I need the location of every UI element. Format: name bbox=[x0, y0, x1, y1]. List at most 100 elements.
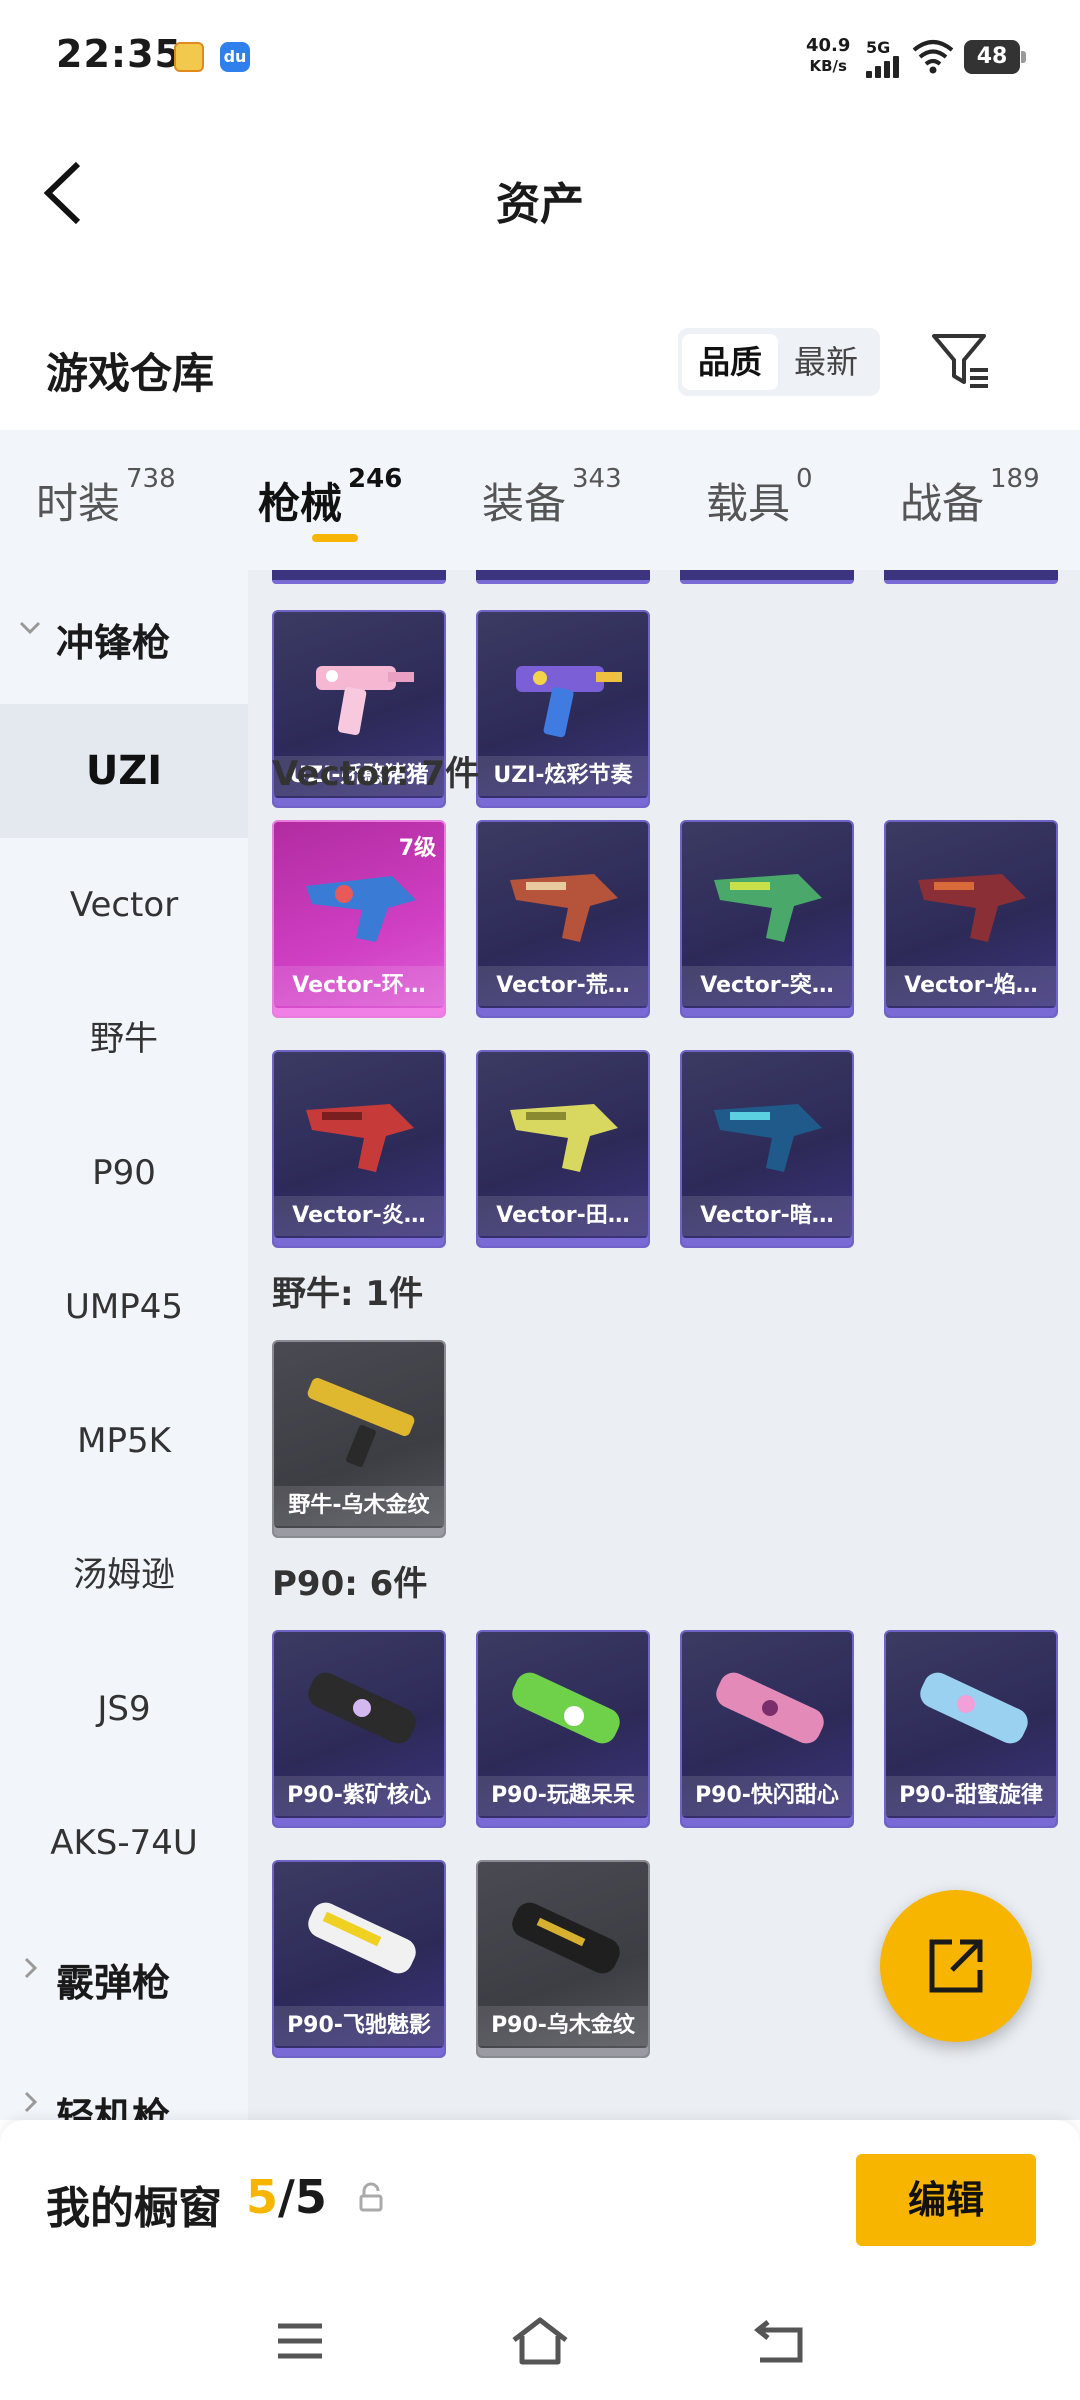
sidebar-item-mp5k[interactable]: MP5K bbox=[0, 1374, 248, 1508]
showcase-bar: 我的橱窗 5/5 编辑 bbox=[0, 2120, 1080, 2280]
skin-card[interactable]: P90-玩趣呆呆 bbox=[476, 1630, 650, 1828]
chevron-down-icon bbox=[19, 621, 41, 635]
skin-card[interactable]: P90-紫矿核心 bbox=[272, 1630, 446, 1828]
card-partial[interactable] bbox=[272, 570, 446, 584]
skin-card[interactable]: 7级 Vector-环… bbox=[272, 820, 446, 1018]
bison-skin-image bbox=[307, 1378, 415, 1468]
showcase-title: 我的橱窗 bbox=[46, 2183, 222, 2234]
sidebar-item-vector[interactable]: Vector bbox=[0, 838, 248, 972]
sort-newest-button[interactable]: 最新 bbox=[778, 334, 874, 390]
p90-skin-image bbox=[716, 1672, 824, 1744]
skin-name: P90-玩趣呆呆 bbox=[478, 1776, 648, 1816]
sidebar-group-smg[interactable]: 冲锋枪 bbox=[0, 570, 248, 704]
card-partial[interactable] bbox=[476, 570, 650, 584]
skin-name: Vector-炎… bbox=[274, 1196, 444, 1236]
status-bar: 22:35 du 40.9 KB/s 5G 48 bbox=[0, 0, 1080, 110]
sidebar-item-p90[interactable]: P90 bbox=[0, 1106, 248, 1240]
vector-skin-image bbox=[306, 1104, 414, 1172]
skin-card[interactable]: Vector-炎… bbox=[272, 1050, 446, 1248]
tab-battle-supplies[interactable]: 战备 189 bbox=[900, 464, 1040, 531]
sort-quality-button[interactable]: 品质 bbox=[682, 334, 778, 390]
skin-card[interactable]: P90-乌木金纹 bbox=[476, 1860, 650, 2058]
vector-skin-image bbox=[306, 876, 416, 942]
skin-name: P90-乌木金纹 bbox=[478, 2006, 648, 2046]
chevron-right-icon bbox=[24, 2091, 38, 2113]
lock-icon[interactable] bbox=[358, 2182, 384, 2212]
skin-card[interactable]: Vector-焰… bbox=[884, 820, 1058, 1018]
skin-name: Vector-环… bbox=[274, 966, 444, 1006]
sidebar-item-js9[interactable]: JS9 bbox=[0, 1642, 248, 1776]
skin-card[interactable]: P90-快闪甜心 bbox=[680, 1630, 854, 1828]
uzi-skin-image bbox=[316, 666, 414, 736]
skin-name: P90-紫矿核心 bbox=[274, 1776, 444, 1816]
card-partial[interactable] bbox=[680, 570, 854, 584]
skin-card[interactable]: P90-飞驰魅影 bbox=[272, 1860, 446, 2058]
category-tabs: 时装 738 枪械 246 装备 343 载具 0 战备 189 bbox=[0, 430, 1080, 570]
vector-skin-image bbox=[918, 874, 1026, 942]
tab-fashion[interactable]: 时装 738 bbox=[36, 464, 176, 531]
sidebar-item-uzi[interactable]: UZI bbox=[0, 704, 248, 838]
vector-skin-image bbox=[714, 1104, 822, 1172]
skin-card[interactable]: P90-甜蜜旋律 bbox=[884, 1630, 1058, 1828]
warehouse-title: 游戏仓库 bbox=[46, 349, 215, 398]
battery-icon: 48 bbox=[964, 40, 1026, 74]
wifi-icon bbox=[912, 40, 954, 74]
skin-name: Vector-暗… bbox=[682, 1196, 852, 1236]
sidebar-item-aks74u[interactable]: AKS-74U bbox=[0, 1776, 248, 1910]
share-icon bbox=[929, 1939, 983, 1993]
p90-skin-image bbox=[920, 1672, 1028, 1744]
skin-name: P90-快闪甜心 bbox=[682, 1776, 852, 1816]
sidebar-item-ump45[interactable]: UMP45 bbox=[0, 1240, 248, 1374]
section-header-p90: P90: 6件 bbox=[272, 1564, 428, 1604]
network-type: 5G bbox=[866, 38, 891, 57]
section-header-vector: Vector: 7件 bbox=[272, 754, 480, 794]
skin-name: Vector-焰… bbox=[886, 966, 1056, 1006]
uzi-skin-image bbox=[516, 666, 622, 738]
title-bar: 资产 bbox=[0, 110, 1080, 280]
sort-toggle: 品质 最新 bbox=[678, 328, 880, 396]
menu-icon[interactable] bbox=[270, 2316, 330, 2366]
skin-name: P90-甜蜜旋律 bbox=[886, 1776, 1056, 1816]
filter-icon[interactable] bbox=[930, 330, 992, 392]
status-time: 22:35 bbox=[56, 32, 182, 76]
p90-skin-image bbox=[308, 1672, 416, 1744]
return-icon[interactable] bbox=[750, 2316, 810, 2366]
home-icon[interactable] bbox=[510, 2316, 570, 2366]
weapon-grid: UZI-娇憨猪猪 UZI-炫彩节奏 Vector: 7件 7级 Vector-环… bbox=[248, 570, 1080, 2120]
active-tab-indicator bbox=[312, 534, 358, 542]
skin-name: Vector-田… bbox=[478, 1196, 648, 1236]
vector-skin-image bbox=[510, 1104, 618, 1172]
tab-firearms[interactable]: 枪械 246 bbox=[258, 464, 402, 531]
skin-card[interactable]: 野牛-乌木金纹 bbox=[272, 1340, 446, 1538]
chevron-right-icon bbox=[24, 1957, 38, 1979]
system-nav-bar bbox=[0, 2280, 1080, 2400]
skin-name: Vector-突… bbox=[682, 966, 852, 1006]
notification-du-icon: du bbox=[220, 42, 250, 72]
sidebar-group-shotgun[interactable]: 霰弹枪 bbox=[0, 1910, 248, 2044]
edit-button[interactable]: 编辑 bbox=[856, 2154, 1036, 2246]
signal-icon bbox=[866, 56, 904, 78]
skin-name: UZI-炫彩节奏 bbox=[478, 756, 648, 796]
showcase-count: 5/5 bbox=[246, 2170, 327, 2224]
p90-skin-image bbox=[512, 1902, 620, 1974]
sidebar-group-lmg[interactable]: 轻机枪 bbox=[0, 2044, 248, 2120]
tab-equipment[interactable]: 装备 343 bbox=[482, 464, 622, 531]
section-header-bison: 野牛: 1件 bbox=[272, 1274, 424, 1314]
notification-app-icon bbox=[174, 42, 204, 72]
p90-skin-image bbox=[308, 1902, 416, 1974]
page-title: 资产 bbox=[496, 179, 584, 230]
vector-skin-image bbox=[510, 874, 618, 942]
skin-card[interactable]: Vector-突… bbox=[680, 820, 854, 1018]
skin-card[interactable]: UZI-炫彩节奏 bbox=[476, 610, 650, 808]
sidebar-item-bison[interactable]: 野牛 bbox=[0, 972, 248, 1106]
skin-name: Vector-荒… bbox=[478, 966, 648, 1006]
skin-card[interactable]: Vector-暗… bbox=[680, 1050, 854, 1248]
skin-card[interactable]: Vector-荒… bbox=[476, 820, 650, 1018]
share-fab-button[interactable] bbox=[880, 1890, 1032, 2042]
tab-vehicles[interactable]: 载具 0 bbox=[706, 464, 813, 531]
vector-skin-image bbox=[714, 874, 822, 942]
card-partial[interactable] bbox=[884, 570, 1058, 584]
sidebar-item-thompson[interactable]: 汤姆逊 bbox=[0, 1508, 248, 1642]
skin-card[interactable]: Vector-田… bbox=[476, 1050, 650, 1248]
warehouse-header: 游戏仓库 品质 最新 bbox=[0, 300, 1080, 430]
